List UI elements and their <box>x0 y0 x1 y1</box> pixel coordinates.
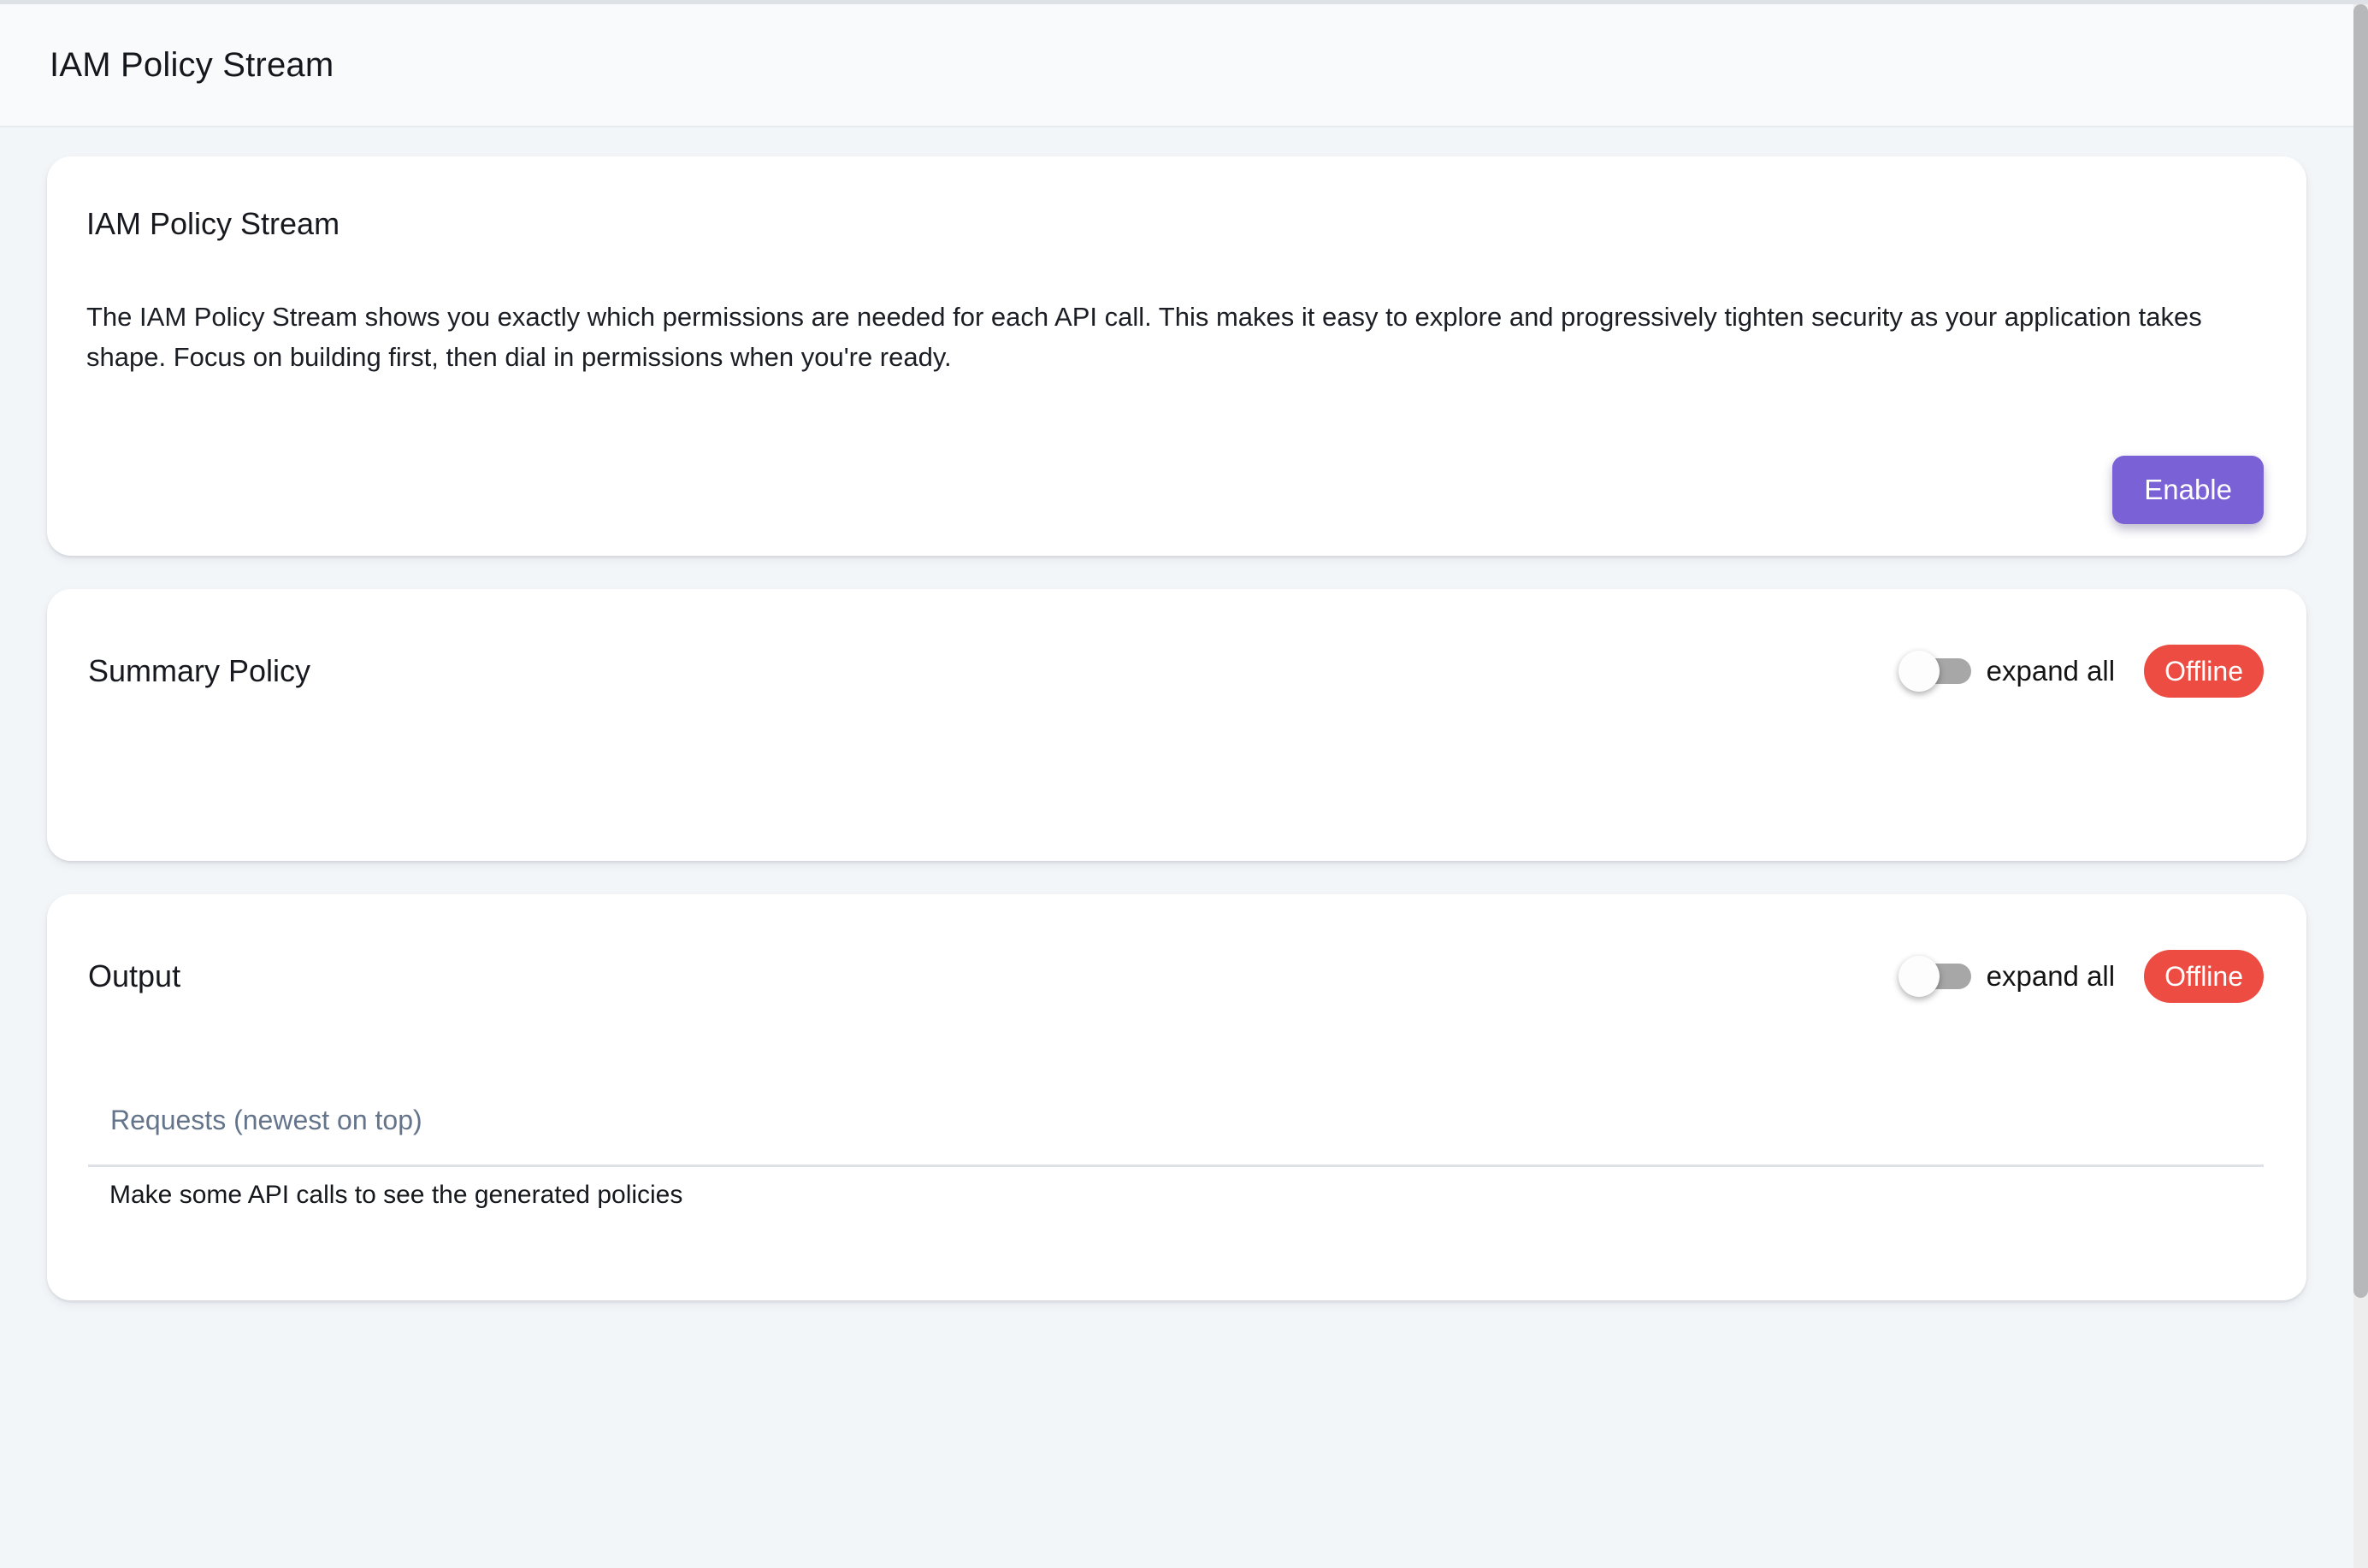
summary-card-header-row: Summary Policy expand all Offline <box>88 637 2264 705</box>
summary-card-title: Summary Policy <box>88 648 310 694</box>
main-content: IAM Policy Stream The IAM Policy Stream … <box>0 127 2368 1300</box>
output-card-header-row: Output expand all Offline <box>88 942 2264 1011</box>
scrollbar-thumb[interactable] <box>2353 4 2368 1298</box>
summary-status-badge-offline: Offline <box>2144 645 2264 698</box>
requests-header: Requests (newest on top) <box>88 1099 2264 1167</box>
intro-card-actions: Enable <box>86 456 2264 524</box>
page-scrollbar[interactable] <box>2353 0 2368 1568</box>
output-card-title: Output <box>88 953 180 999</box>
output-card-controls: expand all Offline <box>1899 950 2264 1003</box>
intro-card-title: IAM Policy Stream <box>86 201 2264 247</box>
output-expand-all-label: expand all <box>1987 960 2115 993</box>
window-top-strip <box>0 0 2368 4</box>
intro-card-description: The IAM Policy Stream shows you exactly … <box>86 297 2264 377</box>
intro-card: IAM Policy Stream The IAM Policy Stream … <box>47 156 2306 556</box>
toggle-thumb <box>1899 651 1940 692</box>
summary-policy-card: Summary Policy expand all Offline <box>47 589 2306 861</box>
requests-panel: Requests (newest on top) Make some API c… <box>88 1099 2264 1214</box>
page-title: IAM Policy Stream <box>50 46 334 85</box>
summary-expand-all-toggle[interactable] <box>1899 651 1971 692</box>
enable-button[interactable]: Enable <box>2112 456 2264 524</box>
requests-empty-message: Make some API calls to see the generated… <box>88 1176 2264 1214</box>
toggle-thumb <box>1899 956 1940 997</box>
output-card: Output expand all Offline Requests (newe… <box>47 894 2306 1300</box>
app-header: IAM Policy Stream <box>0 4 2368 127</box>
summary-expand-all-label: expand all <box>1987 655 2115 687</box>
summary-card-controls: expand all Offline <box>1899 645 2264 698</box>
output-status-badge-offline: Offline <box>2144 950 2264 1003</box>
output-expand-all-toggle[interactable] <box>1899 956 1971 997</box>
